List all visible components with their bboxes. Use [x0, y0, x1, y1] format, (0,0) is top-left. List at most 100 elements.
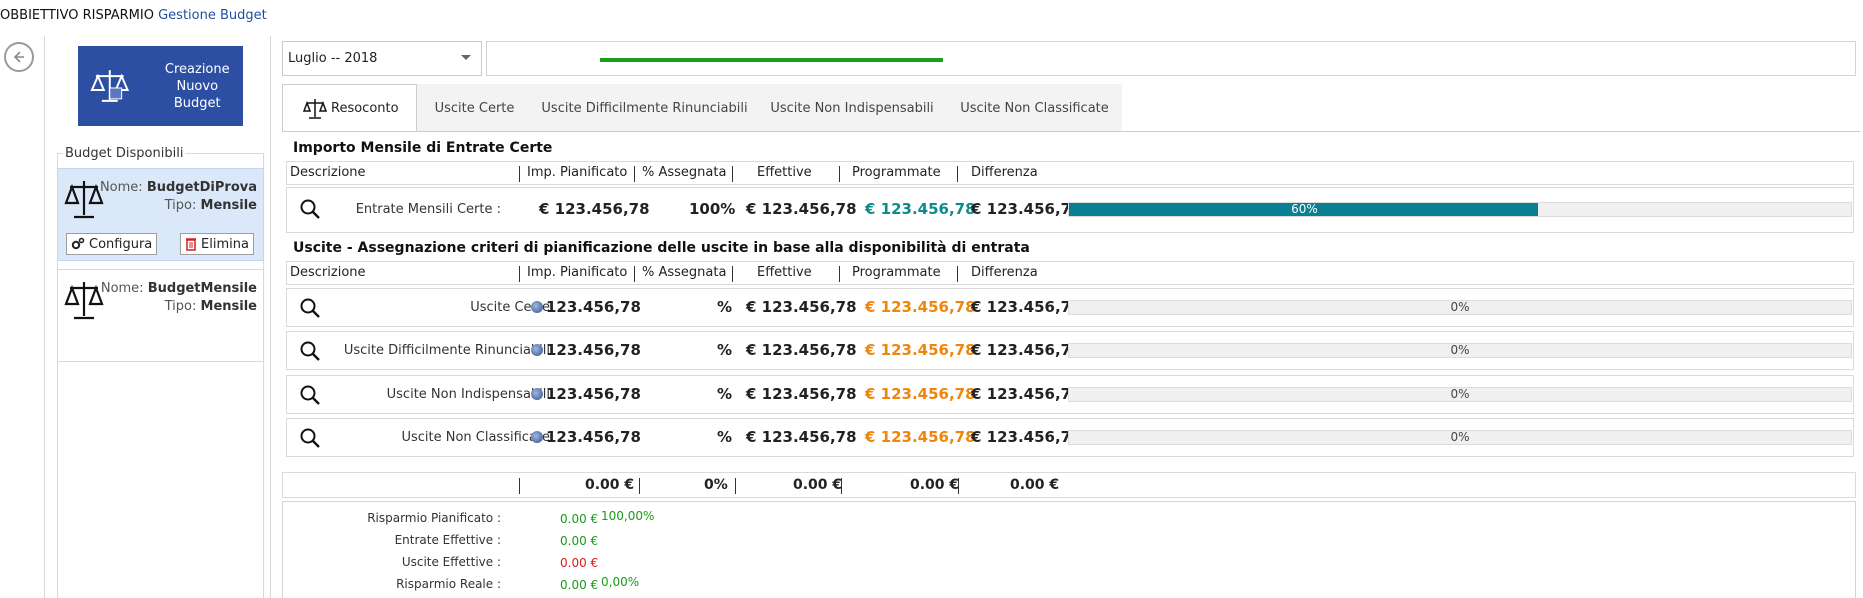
- income-percent: 100%: [689, 200, 736, 218]
- expense-planned-value: 123.456,78: [546, 298, 641, 316]
- create-budget-label-line2: Nuovo Budget: [173, 78, 221, 111]
- divider: [957, 166, 958, 182]
- divider: [839, 266, 840, 282]
- divider: [957, 266, 958, 282]
- header-descrizione: Descrizione: [290, 165, 366, 180]
- gears-icon: [71, 237, 85, 250]
- expense-planned: 123.456,78: [531, 385, 641, 403]
- tab-uscite-difficilmente-rinunciabili[interactable]: Uscite Difficilmente Rinunciabili: [532, 84, 757, 132]
- expense-planned-value: 123.456,78: [546, 341, 641, 359]
- divider: [639, 478, 640, 494]
- currency-icon: [531, 388, 543, 400]
- create-budget-label-line1: Creazione: [164, 61, 230, 77]
- type-label: Tipo:: [164, 198, 197, 213]
- income-difference: € 123.456,78: [971, 200, 1082, 218]
- app-title-text: OBBIETTIVO RISPARMIO: [0, 8, 154, 23]
- divider: [519, 266, 520, 282]
- divider: [634, 266, 635, 282]
- scale-icon: [90, 70, 130, 102]
- progress-text: 0%: [1450, 430, 1470, 444]
- real-savings-percent: 0,00%: [601, 575, 640, 589]
- left-divider: [44, 36, 45, 598]
- income-actual: € 123.456,78: [746, 200, 857, 218]
- configure-label: Configura: [89, 236, 153, 252]
- expense-percent: %: [717, 428, 733, 446]
- progress-text: 0%: [1450, 343, 1470, 357]
- expense-row-label: Uscite Non Classificate: [401, 430, 550, 445]
- expense-actual: € 123.456,78: [746, 341, 857, 359]
- search-icon[interactable]: [299, 427, 321, 449]
- divider: [732, 166, 733, 182]
- header-effettive: Effettive: [757, 265, 812, 280]
- tab-label: Uscite Certe: [434, 100, 515, 116]
- income-section-title: Importo Mensile di Entrate Certe: [293, 140, 553, 156]
- expense-difference: € 123.456,78: [971, 428, 1082, 446]
- name-label: Nome:: [100, 281, 144, 296]
- income-header-row: [286, 161, 1854, 185]
- planned-savings-percent: 100,00%: [601, 509, 655, 523]
- planned-savings-label: Risparmio Pianificato :: [367, 511, 501, 525]
- progress-text: 0%: [1450, 387, 1470, 401]
- search-icon[interactable]: [299, 384, 321, 406]
- expense-row: Uscite Certe 123.456,78 % € 123.456,78 €…: [286, 288, 1854, 327]
- header-differenza: Differenza: [971, 265, 1038, 280]
- tab-bar: Resoconto Uscite Certe Uscite Difficilme…: [282, 84, 1860, 132]
- currency-icon: [531, 301, 543, 313]
- header-programmate: Programmate: [852, 265, 941, 280]
- divider: [519, 166, 520, 182]
- savings-summary: Risparmio Pianificato : 0.00 € 100,00% E…: [282, 501, 1856, 598]
- expense-progress-bar: 0%: [1068, 430, 1852, 445]
- tab-uscite-non-classificate[interactable]: Uscite Non Classificate: [947, 84, 1122, 132]
- expense-row: Uscite Difficilmente Rinunciabili 123.45…: [286, 331, 1854, 370]
- expense-actual: € 123.456,78: [746, 385, 857, 403]
- planned-savings-value: 0.00 €: [560, 512, 599, 526]
- expense-actual: € 123.456,78: [746, 298, 857, 316]
- chevron-down-icon: [461, 55, 471, 60]
- budget-info: Nome: BudgetMensile Tipo: Mensile: [101, 280, 257, 316]
- back-button[interactable]: [4, 42, 34, 72]
- configure-button[interactable]: Configura: [66, 233, 158, 255]
- header-effettive: Effettive: [757, 165, 812, 180]
- app-subtitle: Gestione Budget: [158, 8, 267, 23]
- tab-uscite-certe[interactable]: Uscite Certe: [417, 84, 532, 132]
- expense-programmed: € 123.456,78: [865, 298, 976, 316]
- expense-programmed: € 123.456,78: [865, 341, 976, 359]
- budgets-title: Budget Disponibili: [63, 146, 186, 161]
- expense-planned: 123.456,78: [531, 428, 641, 446]
- divider: [732, 266, 733, 282]
- total-actual: 0.00 €: [793, 477, 843, 493]
- expense-row: Uscite Non Indispensabili 123.456,78 % €…: [286, 375, 1854, 414]
- expense-programmed: € 123.456,78: [865, 428, 976, 446]
- tab-uscite-non-indispensabili[interactable]: Uscite Non Indispensabili: [757, 84, 947, 132]
- tab-resoconto[interactable]: Resoconto: [282, 84, 417, 132]
- search-icon[interactable]: [299, 297, 321, 319]
- divider: [735, 478, 736, 494]
- expense-planned: 123.456,78: [531, 298, 641, 316]
- search-icon[interactable]: [299, 198, 321, 220]
- actual-expenses-label: Uscite Effettive :: [401, 555, 501, 569]
- expense-percent: %: [717, 341, 733, 359]
- expense-difference: € 123.456,78: [971, 298, 1082, 316]
- expense-difference: € 123.456,78: [971, 341, 1082, 359]
- scale-icon: [303, 98, 327, 119]
- app-title: OBBIETTIVO RISPARMIO Gestione Budget: [0, 8, 267, 23]
- create-budget-button[interactable]: Creazione Nuovo Budget: [78, 46, 243, 126]
- divider: [634, 166, 635, 182]
- tab-label: Uscite Non Classificate: [960, 100, 1109, 116]
- expense-planned-value: 123.456,78: [546, 385, 641, 403]
- real-savings-label: Risparmio Reale :: [396, 577, 501, 591]
- delete-button[interactable]: Elimina: [180, 233, 254, 255]
- actual-income-label: Entrate Effettive :: [394, 533, 501, 547]
- currency-icon: [531, 344, 543, 356]
- expenses-section-title: Uscite - Assegnazione criteri di pianifi…: [293, 240, 1030, 256]
- currency-icon: [531, 431, 543, 443]
- expense-row-label: Uscite Difficilmente Rinunciabili: [343, 343, 550, 358]
- month-select-value: Luglio -- 2018: [288, 51, 378, 66]
- search-icon[interactable]: [299, 340, 321, 362]
- header-percent: % Assegnata: [642, 165, 727, 180]
- expense-difference: € 123.456,78: [971, 385, 1082, 403]
- budget-type: Mensile: [200, 198, 257, 213]
- month-select[interactable]: Luglio -- 2018: [282, 41, 482, 76]
- budget-card[interactable]: Nome: BudgetMensile Tipo: Mensile: [57, 269, 264, 362]
- budget-card[interactable]: Nome: BudgetDiProva Tipo: Mensile Config…: [57, 168, 264, 261]
